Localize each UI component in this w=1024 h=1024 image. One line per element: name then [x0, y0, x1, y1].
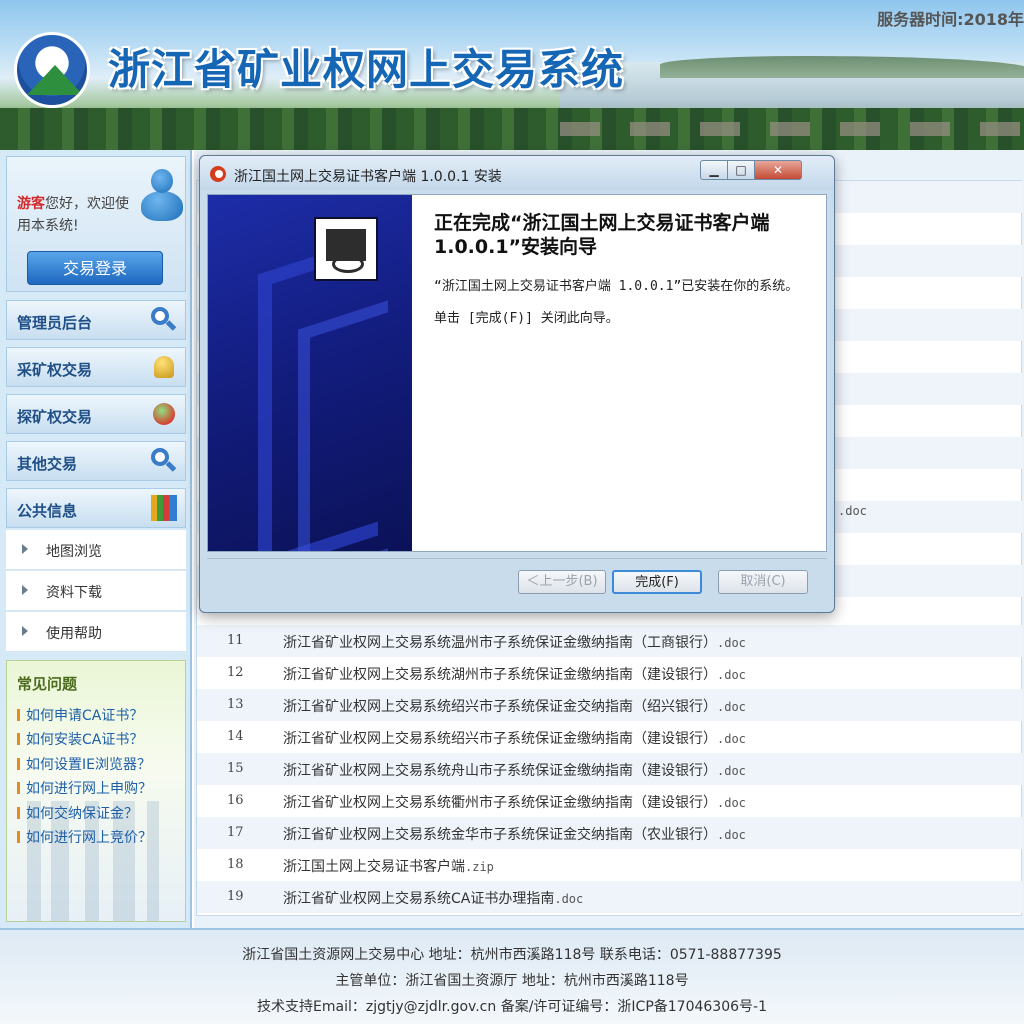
maximize-button[interactable]: □ — [727, 160, 755, 180]
row-number: 12 — [227, 665, 244, 680]
cancel-button[interactable]: 取消(C) — [718, 570, 808, 594]
back-button[interactable]: ＜上一步(B) — [518, 570, 606, 594]
wizard-heading: 正在完成“浙江国土网上交易证书客户端 1.0.0.1”安装向导 — [434, 212, 770, 258]
file-link[interactable]: 浙江省矿业权网上交易系统绍兴市子系统保证金缴纳指南（建设银行）.doc — [283, 728, 746, 748]
row-number: 14 — [227, 729, 244, 744]
user-panel: 游客您好，欢迎使用本系统! 交易登录 — [6, 156, 186, 292]
file-link[interactable]: 浙江省矿业权网上交易系统衢州市子系统保证金缴纳指南（建设银行）.doc — [283, 792, 746, 812]
table-row[interactable]: 11 浙江省矿业权网上交易系统温州市子系统保证金缴纳指南（工商银行）.doc — [197, 625, 1023, 657]
installer-dialog: 浙江国土网上交易证书客户端 1.0.0.1 安装 ▁ □ ✕ 正在完成“浙江国土… — [199, 155, 835, 613]
footer-support: 技术支持Email：zjgtjy@zjdlr.gov.cn 备案/许可证编号：浙… — [257, 999, 767, 1015]
faq-link[interactable]: 如何设置IE浏览器？ — [17, 754, 151, 774]
nav-label: 管理员后台 — [17, 314, 93, 332]
magnifier-icon — [151, 448, 177, 474]
user-icon — [141, 169, 183, 225]
file-link[interactable]: 浙江国土网上交易证书客户端.zip — [283, 856, 494, 876]
table-row[interactable]: 18 浙江国土网上交易证书客户端.zip — [197, 849, 1023, 881]
wizard-page: 正在完成“浙江国土网上交易证书客户端 1.0.0.1”安装向导 “浙江国土网上交… — [207, 194, 827, 552]
file-link[interactable]: 浙江省矿业权网上交易系统湖州市子系统保证金缴纳指南（建设银行）.doc — [283, 664, 746, 684]
file-link[interactable]: 浙江省矿业权网上交易系统金华市子系统保证金交纳指南（农业银行）.doc — [283, 824, 746, 844]
nav-other-trading[interactable]: 其他交易 — [6, 441, 186, 481]
magnifier-icon — [151, 307, 177, 333]
file-link[interactable]: 浙江省矿业权网上交易系统绍兴市子系统保证金交纳指南（绍兴银行）.doc — [283, 696, 746, 716]
faq-link[interactable]: 如何进行网上竞价？ — [17, 827, 152, 847]
installer-app-icon — [210, 166, 226, 182]
dialog-title: 浙江国土网上交易证书客户端 1.0.0.1 安装 — [234, 169, 502, 185]
site-footer: 浙江省国土资源网上交易中心 地址：杭州市西溪路118号 联系电话：0571-88… — [0, 928, 1024, 1024]
bell-icon — [151, 354, 177, 380]
faq-panel: 常见问题 如何申请CA证书？ 如何安装CA证书？ 如何设置IE浏览器？ 如何进行… — [6, 660, 186, 922]
nav-admin-backend[interactable]: 管理员后台 — [6, 300, 186, 340]
finish-button[interactable]: 完成(F) — [612, 570, 702, 594]
arrow-right-icon — [22, 626, 28, 636]
mountain-icon — [27, 65, 83, 95]
divider — [207, 558, 827, 559]
nav-label: 探矿权交易 — [17, 408, 93, 426]
table-row[interactable]: 14 浙江省矿业权网上交易系统绍兴市子系统保证金缴纳指南（建设银行）.doc — [197, 721, 1023, 753]
faq-link[interactable]: 如何进行网上申购？ — [17, 778, 152, 798]
row-number: 15 — [227, 761, 244, 776]
footer-contact: 浙江省国土资源网上交易中心 地址：杭州市西溪路118号 联系电话：0571-88… — [242, 947, 782, 963]
wizard-side-banner — [208, 195, 412, 551]
login-button[interactable]: 交易登录 — [27, 251, 163, 285]
header-hills-image — [660, 56, 1024, 78]
file-link[interactable]: 浙江省矿业权网上交易系统舟山市子系统保证金缴纳指南（建设银行）.doc — [283, 760, 746, 780]
table-row[interactable]: 19 浙江省矿业权网上交易系统CA证书办理指南.doc — [197, 881, 1023, 913]
nav-exploration-right-trading[interactable]: 探矿权交易 — [6, 394, 186, 434]
books-icon — [151, 495, 177, 521]
dialog-titlebar[interactable]: 浙江国土网上交易证书客户端 1.0.0.1 安装 ▁ □ ✕ — [200, 156, 834, 190]
subnav-label: 使用帮助 — [46, 626, 102, 642]
faq-link[interactable]: 如何安装CA证书？ — [17, 729, 143, 749]
row-number: 13 — [227, 697, 244, 712]
header-buildings-image — [560, 122, 1020, 136]
nav-label: 公共信息 — [17, 502, 78, 520]
row-number: 18 — [227, 857, 244, 872]
subnav-label: 地图浏览 — [46, 544, 102, 560]
server-time: 服务器时间:2018年 — [877, 10, 1024, 29]
nav-public-info[interactable]: 公共信息 — [6, 488, 186, 528]
table-row[interactable]: 17 浙江省矿业权网上交易系统金华市子系统保证金交纳指南（农业银行）.doc — [197, 817, 1023, 849]
greeting-text: 游客您好，欢迎使用本系统! — [17, 193, 137, 237]
subnav-help[interactable]: 使用帮助 — [6, 612, 186, 652]
footer-authority: 主管单位：浙江省国土资源厅 地址：杭州市西溪路118号 — [335, 973, 689, 989]
guest-label: 游客 — [17, 196, 45, 212]
table-row[interactable]: 16 浙江省矿业权网上交易系统衢州市子系统保证金缴纳指南（建设银行）.doc — [197, 785, 1023, 817]
row-number: 16 — [227, 793, 244, 808]
table-row[interactable]: 13 浙江省矿业权网上交易系统绍兴市子系统保证金交纳指南（绍兴银行）.doc — [197, 689, 1023, 721]
gear-icon — [151, 401, 177, 427]
arrow-right-icon — [22, 585, 28, 595]
table-row[interactable]: 12 浙江省矿业权网上交易系统湖州市子系统保证金缴纳指南（建设银行）.doc — [197, 657, 1023, 689]
file-link[interactable]: 浙江省矿业权网上交易系统温州市子系统保证金缴纳指南（工商银行）.doc — [283, 632, 746, 652]
site-logo: ★ — [14, 32, 90, 108]
nav-label: 采矿权交易 — [17, 361, 93, 379]
close-icon: ✕ — [772, 163, 784, 177]
row-number: 19 — [227, 889, 244, 904]
nav-mining-right-trading[interactable]: 采矿权交易 — [6, 347, 186, 387]
table-row[interactable]: 15 浙江省矿业权网上交易系统舟山市子系统保证金缴纳指南（建设银行）.doc — [197, 753, 1023, 785]
subnav-downloads[interactable]: 资料下载 — [6, 571, 186, 611]
faq-link[interactable]: 如何申请CA证书？ — [17, 705, 143, 725]
faq-link[interactable]: 如何交纳保证金？ — [17, 803, 138, 823]
site-title: 浙江省矿业权网上交易系统 — [108, 45, 625, 94]
maximize-icon: □ — [735, 163, 747, 177]
sidebar: 游客您好，欢迎使用本系统! 交易登录 管理员后台 采矿权交易 探矿权交易 其他交… — [0, 150, 192, 928]
minimize-button[interactable]: ▁ — [700, 160, 728, 180]
site-header: ★ 浙江省矿业权网上交易系统 服务器时间:2018年 — [0, 0, 1024, 150]
file-link[interactable]: 浙江省矿业权网上交易系统CA证书办理指南.doc — [283, 888, 583, 908]
installer-icon — [314, 217, 378, 281]
nav-label: 其他交易 — [17, 455, 78, 473]
row-number: 11 — [227, 633, 244, 648]
faq-title: 常见问题 — [17, 675, 78, 693]
wizard-message: “浙江国土网上交易证书客户端 1.0.0.1”已安装在你的系统。 — [434, 279, 799, 294]
minimize-icon: ▁ — [709, 163, 719, 177]
subnav-map-browse[interactable]: 地图浏览 — [6, 530, 186, 570]
close-button[interactable]: ✕ — [754, 160, 802, 180]
subnav-label: 资料下载 — [46, 585, 102, 601]
row-number: 17 — [227, 825, 244, 840]
arrow-right-icon — [22, 544, 28, 554]
star-icon: ★ — [45, 43, 62, 64]
wizard-instruction: 单击 [完成(F)] 关闭此向导。 — [434, 311, 619, 326]
